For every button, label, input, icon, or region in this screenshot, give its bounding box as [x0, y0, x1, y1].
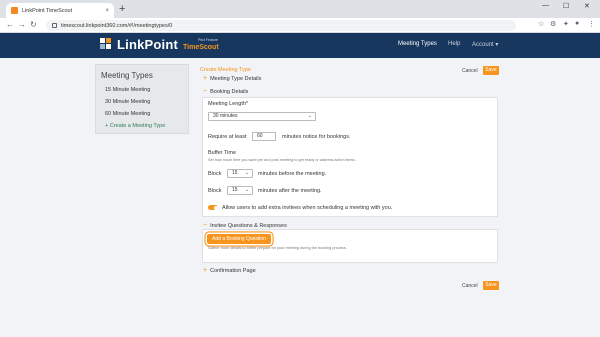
allow-invitees-toggle[interactable] — [208, 205, 218, 210]
tab-title: LinkPoint TimeScout — [22, 7, 73, 14]
maximize-button[interactable]: ☐ — [563, 2, 569, 10]
browser-toolbar: ← → ↻ timescout.linkpoint360.com/#!/meet… — [0, 18, 600, 33]
sidebar-item-30-minute[interactable]: 30 Minute Meeting — [105, 99, 150, 105]
app-header — [0, 33, 600, 58]
tab-close-icon[interactable]: × — [105, 8, 109, 14]
block-before-select[interactable]: 15 ⌄ — [227, 169, 253, 178]
save-button-top[interactable]: Save — [483, 66, 499, 75]
profile-icon[interactable]: ● — [575, 20, 579, 27]
add-booking-question-button[interactable]: Add a Booking Question — [207, 234, 271, 244]
block-after-suffix: minutes after the meeting. — [258, 188, 322, 194]
minimize-button[interactable]: — — [542, 2, 549, 9]
logo[interactable]: LinkPoint — [100, 37, 178, 52]
cancel-button-bottom[interactable]: Cancel — [462, 283, 478, 289]
section-meeting-type-details[interactable]: + Meeting Type Details — [203, 75, 261, 82]
block-after-label: Block — [208, 188, 222, 194]
url-text: timescout.linkpoint360.com/#!/meetingtyp… — [61, 22, 173, 29]
puzzle-icon[interactable]: ✦ — [563, 20, 569, 28]
section-booking-details[interactable]: − Booking Details — [203, 88, 248, 95]
buffer-time-title: Buffer Time — [208, 150, 237, 156]
lock-icon — [52, 23, 57, 28]
logo-text: LinkPoint — [117, 37, 179, 52]
forward-icon[interactable]: → — [18, 20, 26, 29]
block-before-label: Block — [208, 171, 222, 177]
allow-invitees-label: Allow users to add extra invitees when s… — [222, 205, 393, 211]
collapse-minus-icon: − — [203, 88, 208, 95]
block-before-suffix: minutes before the meeting. — [258, 171, 327, 177]
require-notice-prefix: Require at least — [208, 134, 247, 140]
back-icon[interactable]: ← — [6, 20, 14, 29]
section-confirmation-page[interactable]: + Confirmation Page — [203, 267, 256, 274]
logo-subtitle: TimeScout — [183, 44, 219, 51]
menu-dots-icon[interactable]: ⋮ — [588, 20, 595, 28]
collapse-minus-icon: − — [203, 222, 208, 229]
booking-question-helper: Gather more details to better prepare fo… — [208, 246, 347, 250]
meeting-length-select[interactable]: 30 minutes ⌄ — [208, 112, 316, 121]
save-button-bottom[interactable]: Save — [483, 281, 499, 290]
sidebar-item-create[interactable]: + Create a Meeting Type — [105, 123, 165, 129]
star-icon[interactable]: ☆ — [538, 20, 544, 28]
browser-tab[interactable]: LinkPoint TimeScout × — [6, 3, 114, 18]
chevron-down-icon: ⌄ — [307, 113, 312, 119]
buffer-time-description: Set how much time you want pre and post … — [208, 158, 356, 162]
address-bar[interactable]: timescout.linkpoint360.com/#!/meetingtyp… — [46, 20, 516, 31]
block-after-select[interactable]: 15 ⌄ — [227, 186, 253, 195]
logo-tag: Pilot Feature — [198, 38, 218, 42]
reload-icon[interactable]: ↻ — [30, 20, 37, 29]
notice-minutes-input[interactable]: 60 — [252, 132, 276, 141]
nav-account[interactable]: Account ▾ — [472, 41, 498, 48]
linkpoint-logo-icon — [100, 38, 114, 51]
extension-gear-icon[interactable]: ⚙ — [550, 20, 556, 28]
breadcrumb: Create Meeting Type — [200, 67, 251, 73]
meeting-types-sidebar: Meeting Types 15 Minute Meeting 30 Minut… — [95, 64, 189, 134]
cancel-button-top[interactable]: Cancel — [462, 68, 478, 74]
require-notice-suffix: minutes notice for bookings. — [282, 134, 351, 140]
linkpoint-favicon-icon — [11, 7, 18, 14]
chevron-down-icon: ⌄ — [244, 187, 249, 193]
expand-plus-icon: + — [203, 75, 208, 82]
close-window-button[interactable]: ✕ — [584, 2, 590, 10]
sidebar-item-15-minute[interactable]: 15 Minute Meeting — [105, 87, 150, 93]
chevron-down-icon: ⌄ — [244, 170, 249, 176]
section-invitee-questions[interactable]: − Invitee Questions & Responses — [203, 222, 287, 229]
new-tab-button[interactable]: + — [119, 3, 125, 15]
meeting-length-label: Meeting Length* — [208, 101, 249, 107]
sidebar-item-60-minute[interactable]: 60 Minute Meeting — [105, 111, 150, 117]
nav-help[interactable]: Help — [448, 41, 460, 47]
sidebar-title: Meeting Types — [101, 71, 153, 80]
nav-meeting-types[interactable]: Meeting Types — [398, 41, 437, 47]
browser-tabstrip: LinkPoint TimeScout × + — ☐ ✕ — [0, 0, 600, 18]
expand-plus-icon: + — [203, 267, 208, 274]
